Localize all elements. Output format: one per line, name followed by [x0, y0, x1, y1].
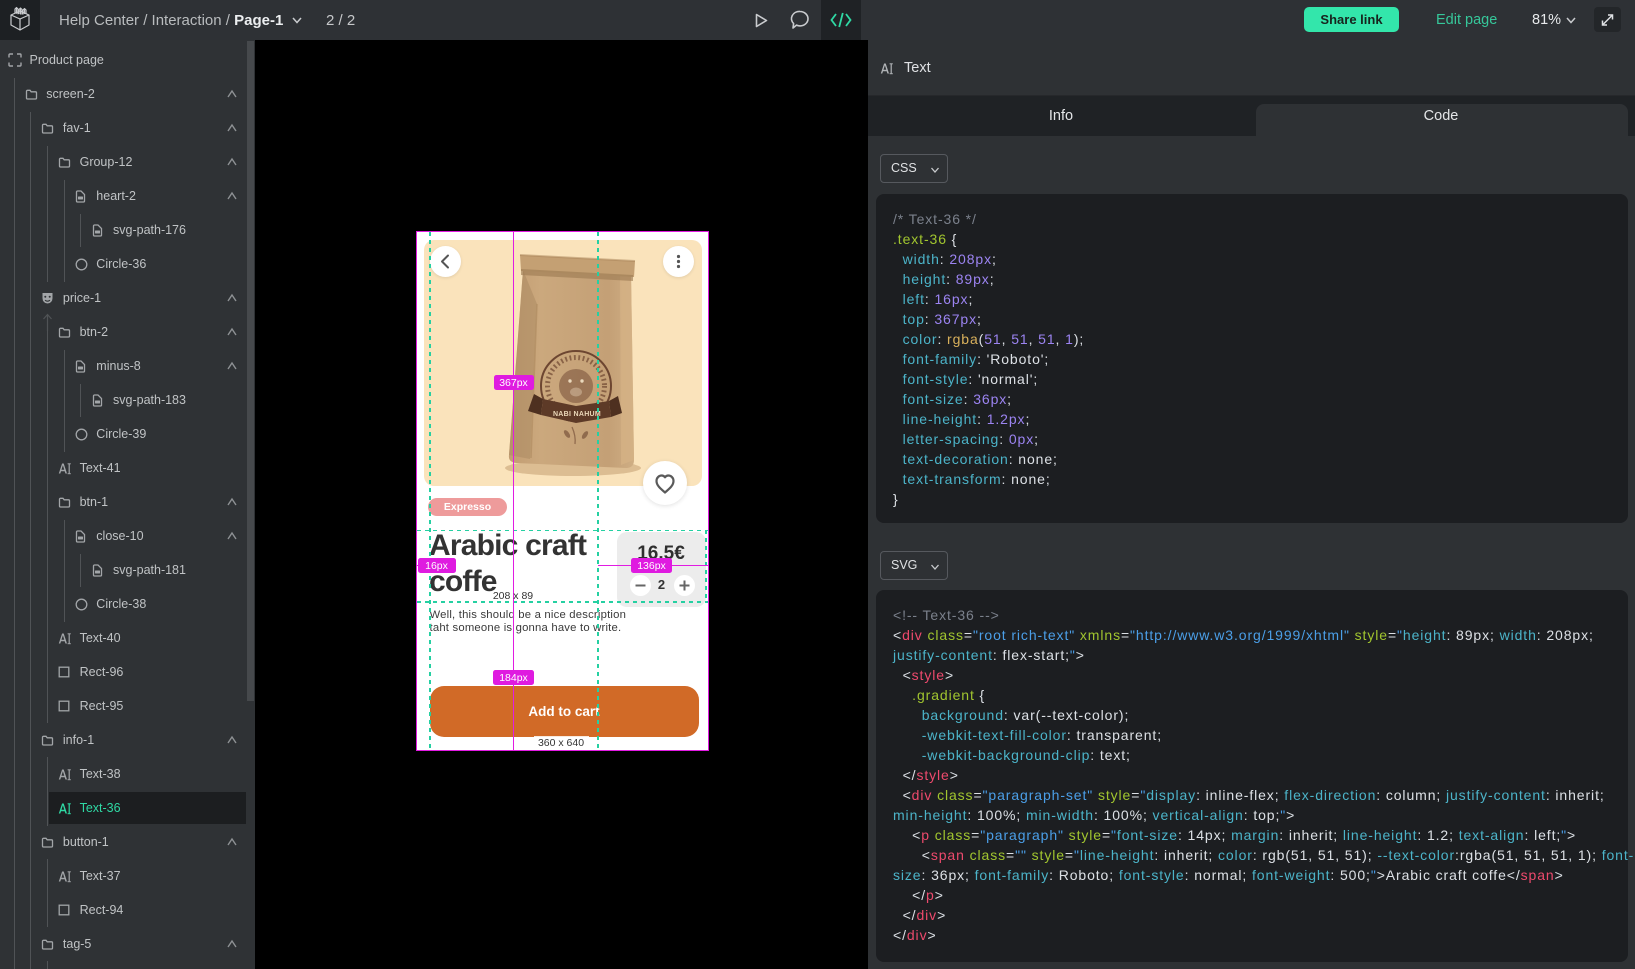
svg-text:NABI NAHUM: NABI NAHUM [552, 411, 600, 418]
